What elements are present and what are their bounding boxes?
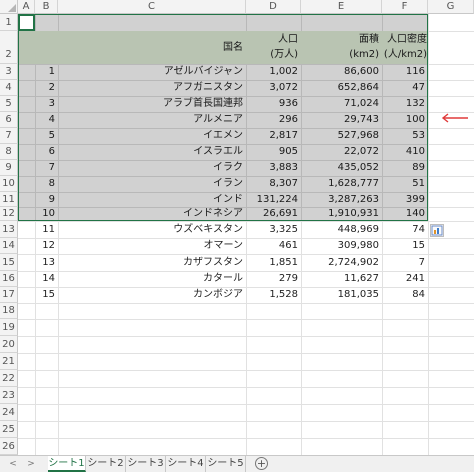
row-header[interactable]: 10 bbox=[0, 176, 18, 192]
selection-range[interactable] bbox=[18, 14, 428, 221]
cell-country[interactable]: カンボジア bbox=[58, 287, 246, 303]
column-header-d[interactable]: D bbox=[246, 0, 301, 14]
cell-no[interactable]: 14 bbox=[35, 271, 58, 287]
row-header[interactable]: 16 bbox=[0, 271, 18, 287]
row-header[interactable]: 7 bbox=[0, 128, 18, 144]
row-header[interactable]: 4 bbox=[0, 80, 18, 96]
row-header[interactable]: 24 bbox=[0, 404, 18, 421]
column-header-b[interactable]: B bbox=[35, 0, 58, 14]
row-header[interactable]: 26 bbox=[0, 438, 18, 455]
cell-no[interactable]: 13 bbox=[35, 254, 58, 271]
cell-density[interactable]: 84 bbox=[382, 287, 428, 303]
sheet-tab-bar: < > シート1 シート2 シート3 シート4 シート5 + bbox=[0, 455, 474, 472]
column-header-g[interactable]: G bbox=[428, 0, 474, 14]
row-header[interactable]: 23 bbox=[0, 387, 18, 404]
row-header[interactable]: 22 bbox=[0, 370, 18, 387]
row-header[interactable]: 18 bbox=[0, 303, 18, 319]
row-header[interactable]: 1 bbox=[0, 14, 18, 31]
cell-density[interactable]: 15 bbox=[382, 238, 428, 254]
cell-country[interactable]: ウズベキスタン bbox=[58, 221, 246, 238]
row-header[interactable]: 6 bbox=[0, 112, 18, 128]
cell-population[interactable]: 1,851 bbox=[246, 254, 301, 271]
row-header[interactable]: 20 bbox=[0, 336, 18, 353]
row-header[interactable]: 19 bbox=[0, 319, 18, 336]
column-header-a[interactable]: A bbox=[18, 0, 35, 14]
row-header[interactable]: 13 bbox=[0, 221, 18, 238]
cell-area[interactable]: 181,035 bbox=[301, 287, 382, 303]
row-header[interactable]: 25 bbox=[0, 421, 18, 438]
cell-density[interactable]: 74 bbox=[382, 221, 428, 238]
tab-sheet2[interactable]: シート2 bbox=[86, 456, 126, 472]
select-all-corner[interactable] bbox=[0, 0, 18, 14]
cell-area[interactable]: 448,969 bbox=[301, 221, 382, 238]
active-cell-a1[interactable] bbox=[18, 14, 35, 31]
row-header[interactable]: 17 bbox=[0, 287, 18, 303]
cell-area[interactable]: 2,724,902 bbox=[301, 254, 382, 271]
quick-analysis-icon[interactable] bbox=[430, 224, 444, 237]
cell-country[interactable]: カタール bbox=[58, 271, 246, 287]
cell-population[interactable]: 279 bbox=[246, 271, 301, 287]
cell-density[interactable]: 241 bbox=[382, 271, 428, 287]
row-header[interactable]: 12 bbox=[0, 207, 18, 221]
tab-sheet3[interactable]: シート3 bbox=[126, 456, 166, 472]
cell-population[interactable]: 3,325 bbox=[246, 221, 301, 238]
red-arrow-icon bbox=[441, 113, 468, 123]
prev-sheet-button[interactable]: < bbox=[6, 458, 20, 470]
cell-population[interactable]: 461 bbox=[246, 238, 301, 254]
cell-area[interactable]: 309,980 bbox=[301, 238, 382, 254]
row-header[interactable]: 21 bbox=[0, 353, 18, 370]
row-header[interactable]: 15 bbox=[0, 254, 18, 271]
tab-sheet4[interactable]: シート4 bbox=[166, 456, 206, 472]
tab-sheet5[interactable]: シート5 bbox=[206, 456, 246, 472]
cell-density[interactable]: 7 bbox=[382, 254, 428, 271]
row-header[interactable]: 3 bbox=[0, 64, 18, 80]
column-header-f[interactable]: F bbox=[382, 0, 428, 14]
row-header[interactable]: 11 bbox=[0, 192, 18, 207]
cell-country[interactable]: オマーン bbox=[58, 238, 246, 254]
row-header[interactable]: 9 bbox=[0, 160, 18, 176]
row-header[interactable]: 14 bbox=[0, 238, 18, 254]
add-sheet-button[interactable]: + bbox=[255, 457, 268, 470]
spreadsheet-grid: A B C D E F G 1 2 3 4 5 6 7 8 9 10 11 12… bbox=[0, 0, 474, 455]
cell-no[interactable]: 12 bbox=[35, 238, 58, 254]
next-sheet-button[interactable]: > bbox=[24, 458, 38, 470]
row-header[interactable]: 8 bbox=[0, 144, 18, 160]
cell-population[interactable]: 1,528 bbox=[246, 287, 301, 303]
cell-country[interactable]: カザフスタン bbox=[58, 254, 246, 271]
column-header-e[interactable]: E bbox=[301, 0, 382, 14]
column-header-c[interactable]: C bbox=[58, 0, 246, 14]
tab-sheet1[interactable]: シート1 bbox=[48, 456, 86, 472]
cell-no[interactable]: 11 bbox=[35, 221, 58, 238]
cell-area[interactable]: 11,627 bbox=[301, 271, 382, 287]
row-header[interactable]: 5 bbox=[0, 96, 18, 112]
cell-no[interactable]: 15 bbox=[35, 287, 58, 303]
row-header[interactable]: 2 bbox=[0, 31, 18, 64]
